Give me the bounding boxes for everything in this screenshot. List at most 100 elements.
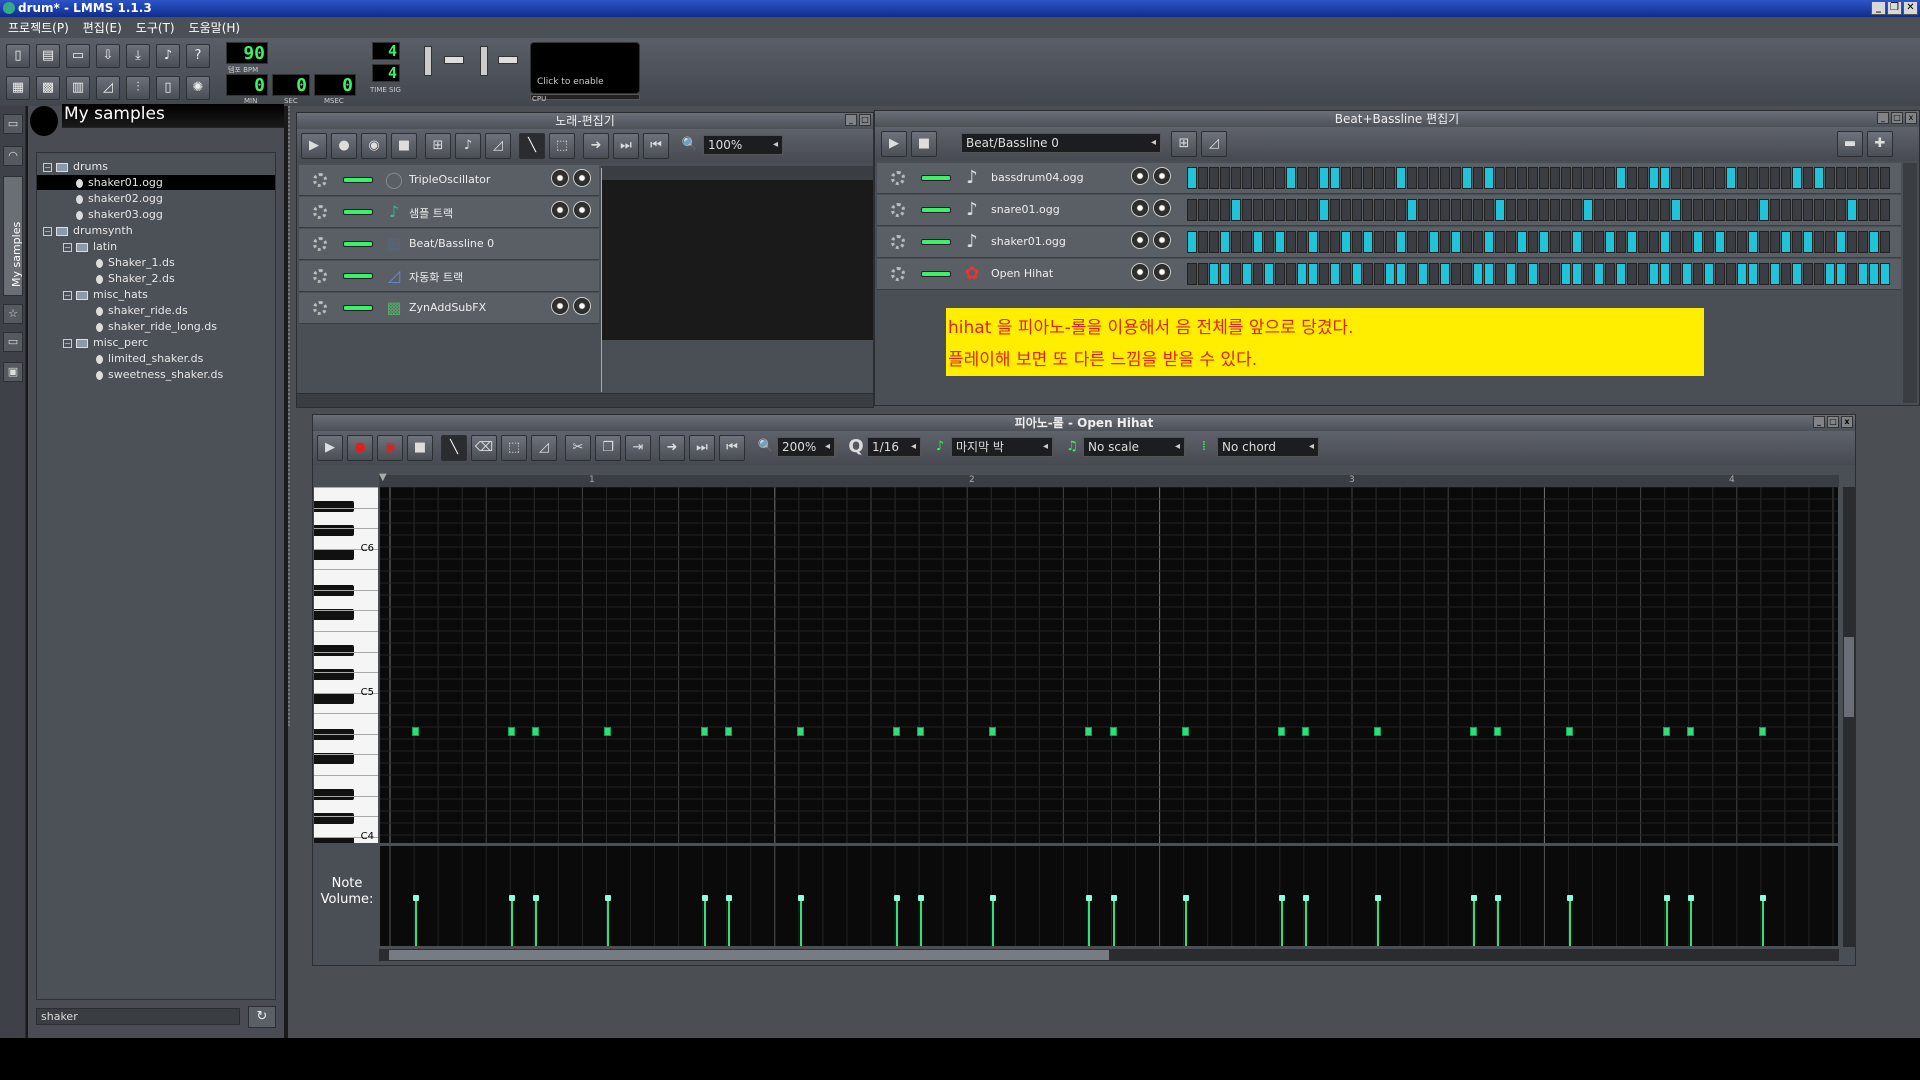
step-button[interactable] [1220, 263, 1230, 285]
step-button[interactable] [1286, 167, 1296, 189]
black-key[interactable] [314, 837, 354, 843]
tree-folder[interactable]: − drumsynth [37, 223, 275, 238]
step-button[interactable] [1374, 199, 1384, 221]
track-mute-toggle[interactable] [343, 241, 373, 247]
step-button[interactable] [1385, 231, 1395, 253]
song-editor-button[interactable]: ▦ [6, 76, 30, 100]
step-button[interactable] [1418, 199, 1428, 221]
white-key[interactable] [314, 775, 378, 776]
step-button[interactable] [1341, 263, 1351, 285]
song-track[interactable]: ▦ Beat/Bassline 0 [299, 229, 599, 260]
piano-roll-close[interactable]: x [1841, 416, 1853, 428]
panning-knob[interactable] [1153, 263, 1171, 281]
step-button[interactable] [1880, 231, 1890, 253]
step-button[interactable] [1671, 263, 1681, 285]
step-button[interactable] [1847, 167, 1857, 189]
step-button[interactable] [1814, 231, 1824, 253]
step-button[interactable] [1704, 263, 1714, 285]
step-button[interactable] [1297, 263, 1307, 285]
track-settings-icon[interactable] [891, 171, 905, 185]
step-button[interactable] [1484, 199, 1494, 221]
record-play-button[interactable]: ◉ [361, 133, 387, 159]
song-editor-maximize[interactable]: □ [859, 114, 871, 126]
step-button[interactable] [1726, 199, 1736, 221]
step-button[interactable] [1495, 263, 1505, 285]
note-volume-bar[interactable] [1687, 895, 1694, 946]
white-key[interactable] [314, 754, 378, 756]
step-button[interactable] [1671, 199, 1681, 221]
step-button[interactable] [1561, 199, 1571, 221]
step-button[interactable] [1275, 263, 1285, 285]
quantize-select[interactable]: 1/16 [867, 437, 921, 457]
pr-vertical-scroll-thumb[interactable] [1844, 637, 1854, 717]
step-button[interactable] [1660, 231, 1670, 253]
note-volume-bar[interactable] [413, 895, 420, 946]
step-button[interactable] [1825, 231, 1835, 253]
whats-this-button[interactable]: ? [186, 44, 210, 68]
step-button[interactable] [1583, 231, 1593, 253]
step-button[interactable] [1847, 199, 1857, 221]
note-volume-bar[interactable] [605, 895, 612, 946]
step-button[interactable] [1748, 199, 1758, 221]
step-button[interactable] [1858, 263, 1868, 285]
step-button[interactable] [1187, 263, 1197, 285]
step-button[interactable] [1649, 231, 1659, 253]
tree-file[interactable]: limited_shaker.ds [37, 351, 275, 366]
note-block[interactable] [1181, 727, 1189, 736]
step-button[interactable] [1649, 199, 1659, 221]
black-key[interactable] [314, 645, 354, 656]
step-button[interactable] [1693, 167, 1703, 189]
step-button[interactable] [1319, 199, 1329, 221]
fx-mixer-button[interactable]: ⫶ [126, 76, 150, 100]
step-button[interactable] [1187, 231, 1197, 253]
step-button[interactable] [1242, 263, 1252, 285]
new-from-template-button[interactable]: ▤ [36, 44, 60, 68]
step-button[interactable] [1759, 263, 1769, 285]
volume-knob[interactable] [551, 201, 569, 219]
time-sig-denominator[interactable]: 4 [372, 64, 400, 82]
save-project-button[interactable]: ⤓ [126, 44, 150, 68]
step-button[interactable] [1506, 167, 1516, 189]
expand-toggle-icon[interactable]: − [63, 242, 72, 252]
track-mute-toggle[interactable] [343, 209, 373, 215]
step-button[interactable] [1627, 199, 1637, 221]
step-button[interactable] [1352, 263, 1362, 285]
step-button[interactable] [1275, 167, 1285, 189]
step-button[interactable] [1737, 199, 1747, 221]
note-volume-bar[interactable] [701, 895, 708, 946]
step-button[interactable] [1495, 199, 1505, 221]
my-presets-icon[interactable]: ☆ [3, 304, 23, 324]
step-button[interactable] [1374, 167, 1384, 189]
step-button[interactable] [1242, 167, 1252, 189]
menu-tools[interactable]: 도구(T) [136, 19, 175, 36]
step-button[interactable] [1396, 263, 1406, 285]
step-button[interactable] [1308, 199, 1318, 221]
step-button[interactable] [1440, 167, 1450, 189]
step-button[interactable] [1341, 199, 1351, 221]
step-button[interactable] [1209, 231, 1219, 253]
step-button[interactable] [1682, 199, 1692, 221]
step-button[interactable] [1198, 199, 1208, 221]
step-button[interactable] [1231, 231, 1241, 253]
volume-knob[interactable] [551, 297, 569, 315]
tree-file[interactable]: Shaker_1.ds [37, 255, 275, 270]
white-key[interactable] [314, 795, 378, 797]
song-editor-grid[interactable] [601, 180, 873, 340]
step-button[interactable] [1869, 263, 1879, 285]
step-button[interactable] [1396, 231, 1406, 253]
step-button[interactable] [1836, 167, 1846, 189]
note-block[interactable] [1085, 727, 1093, 736]
step-button[interactable] [1517, 199, 1527, 221]
bb-play-button[interactable]: ▶ [881, 131, 907, 157]
step-button[interactable] [1660, 199, 1670, 221]
white-key[interactable] [314, 713, 378, 715]
track-settings-icon[interactable] [313, 269, 327, 283]
step-button[interactable] [1748, 231, 1758, 253]
step-button[interactable] [1385, 263, 1395, 285]
step-button[interactable] [1297, 167, 1307, 189]
step-button[interactable] [1462, 167, 1472, 189]
step-button[interactable] [1803, 167, 1813, 189]
note-volume-bar[interactable] [918, 895, 925, 946]
step-button[interactable] [1539, 231, 1549, 253]
step-button[interactable] [1451, 167, 1461, 189]
